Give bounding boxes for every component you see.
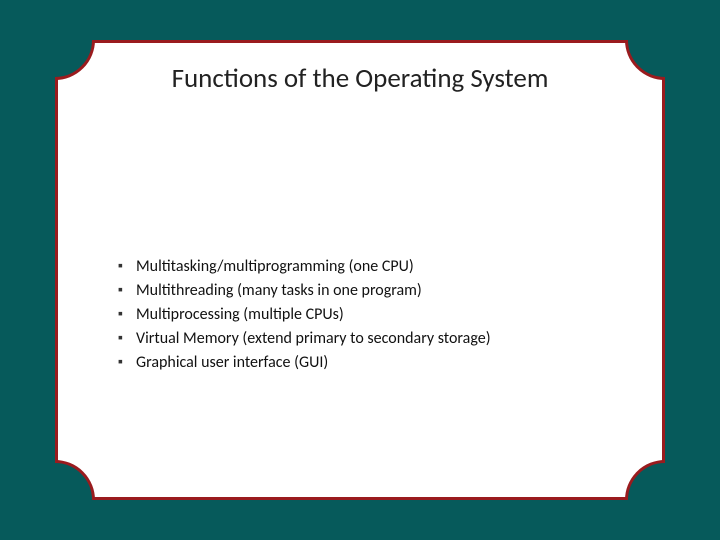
bullet-list: Multitasking/multiprogramming (one CPU) …: [118, 255, 491, 375]
list-item: Virtual Memory (extend primary to second…: [118, 327, 491, 351]
bg-mask: [0, 0, 720, 40]
bg-mask: [0, 500, 720, 540]
list-item: Multiprocessing (multiple CPUs): [118, 303, 491, 327]
slide-title: Functions of the Operating System: [0, 62, 720, 95]
list-item: Graphical user interface (GUI): [118, 351, 491, 375]
list-item: Multitasking/multiprogramming (one CPU): [118, 255, 491, 279]
list-item: Multithreading (many tasks in one progra…: [118, 279, 491, 303]
